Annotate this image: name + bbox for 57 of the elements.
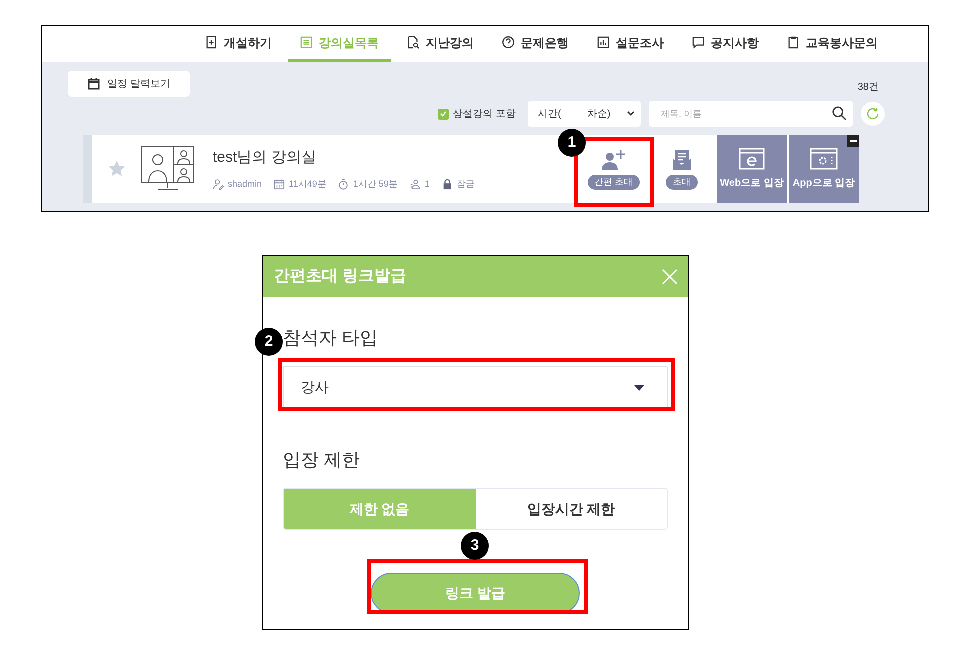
meta-text: shadmin xyxy=(228,178,262,190)
participant-type-label: 참석자 타입 xyxy=(283,327,380,350)
sort-value-start: 시간( xyxy=(538,108,562,122)
user-edit-icon xyxy=(213,178,224,190)
search-icon[interactable] xyxy=(832,106,847,121)
participant-type-select[interactable]: 강사 xyxy=(283,366,668,409)
nav-tab[interactable]: 교육봉사문의 xyxy=(775,26,890,62)
meta-text: 잠금 xyxy=(456,178,475,190)
include-permanent-checkbox[interactable]: 상설강의 포함 xyxy=(438,106,516,122)
app-window-icon xyxy=(810,148,838,170)
add-user-icon xyxy=(601,148,627,170)
lock-icon xyxy=(442,178,453,190)
minimize-icon[interactable] xyxy=(847,135,859,147)
envelope-letter-icon xyxy=(672,148,692,170)
checkbox-label: 상설강의 포함 xyxy=(453,108,516,122)
stopwatch-icon xyxy=(338,178,350,190)
refresh-icon xyxy=(866,107,880,121)
sort-value-end: 차순) xyxy=(587,108,611,122)
entry-limit-label: 입장 제한 xyxy=(283,449,362,472)
nav-tab[interactable]: 문제은행 xyxy=(490,26,581,62)
meta-text: 1시간 59분 xyxy=(353,178,398,190)
invite-button[interactable]: 간편 초대 xyxy=(588,174,640,190)
speech-bubble-icon xyxy=(692,36,705,49)
dropdown-caret-icon xyxy=(634,384,645,390)
meta-text: 1 xyxy=(424,178,430,190)
browser-icon xyxy=(739,148,765,170)
nav-tab[interactable]: 지난강의 xyxy=(395,26,486,62)
close-icon[interactable] xyxy=(662,268,678,284)
step-marker: 2 xyxy=(255,328,283,356)
list-icon xyxy=(300,36,313,49)
star-icon[interactable] xyxy=(108,160,126,178)
checkbox[interactable] xyxy=(438,108,450,120)
nav-tab[interactable]: 개설하기 xyxy=(193,26,284,62)
document-search-icon xyxy=(407,36,420,49)
calendar-view-button[interactable]: 일정 달력보기 xyxy=(68,71,190,97)
calendar-icon xyxy=(274,178,286,190)
check-icon xyxy=(440,111,448,117)
nav-tab[interactable]: 설문조사 xyxy=(585,26,676,62)
meta-text: 11시49분 xyxy=(289,178,326,190)
dialog-title: 간편초대 링크발급 xyxy=(274,266,406,286)
refresh-button[interactable] xyxy=(861,102,885,126)
step-marker: 3 xyxy=(461,532,489,560)
people-icon xyxy=(410,178,421,190)
nav-tab[interactable]: 공지사항 xyxy=(680,26,771,62)
result-count: 38건 xyxy=(858,81,879,95)
sort-select[interactable]: 시간( 차순) xyxy=(528,101,641,127)
chevron-down-icon xyxy=(627,111,635,117)
question-icon xyxy=(502,36,515,49)
video-call-icon xyxy=(141,146,195,192)
step-marker: 1 xyxy=(558,129,586,157)
calendar-icon xyxy=(88,78,100,90)
clipboard-icon xyxy=(787,36,800,49)
add-document-icon xyxy=(205,36,218,49)
chart-icon xyxy=(597,36,610,49)
invite-button[interactable]: 초대 xyxy=(666,174,698,190)
classroom-title[interactable]: test님의 강의실 xyxy=(213,147,316,170)
search-field[interactable]: 제목, 이름 xyxy=(649,101,853,127)
